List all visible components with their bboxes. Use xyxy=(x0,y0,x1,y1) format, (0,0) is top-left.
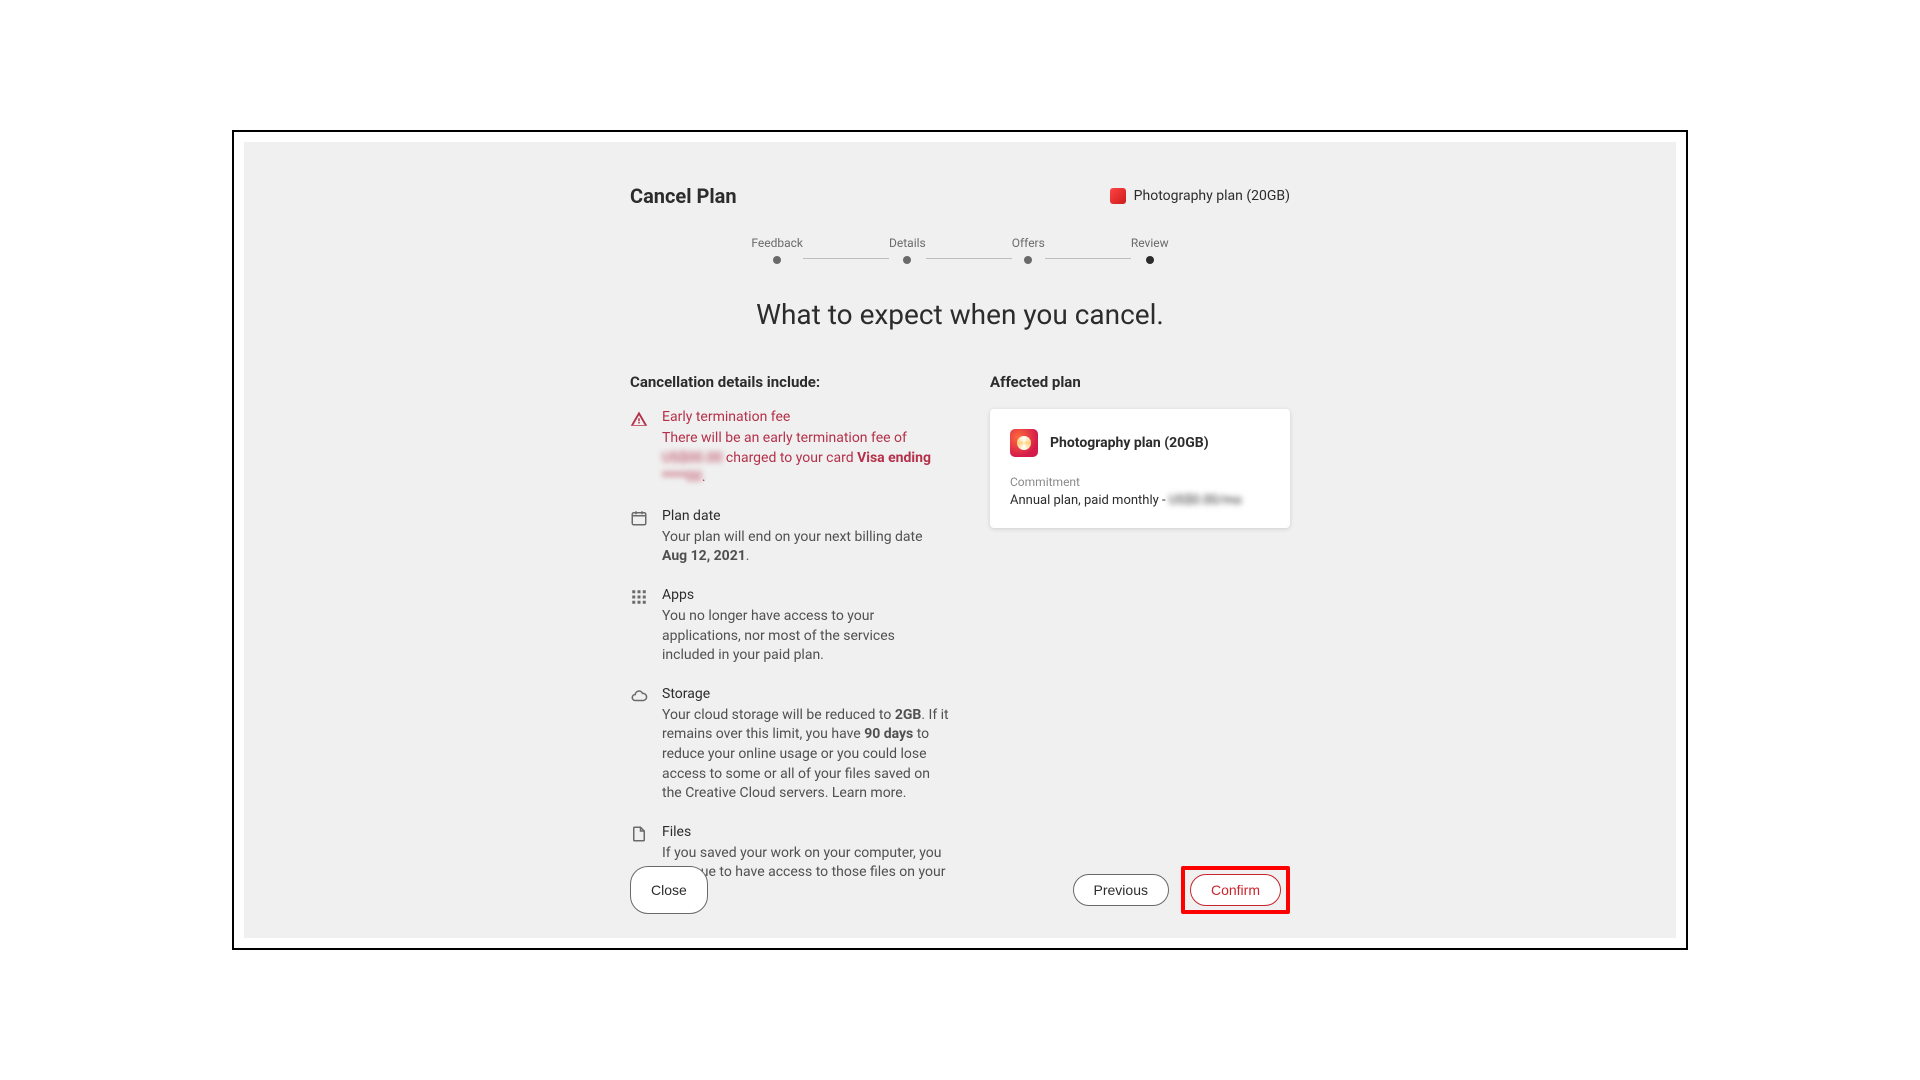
detail-body: Early termination fee There will be an e… xyxy=(662,409,950,488)
plan-card: Photography plan (20GB) Commitment Annua… xyxy=(990,409,1290,528)
page-container: Cancel Plan Photography plan (20GB) Feed… xyxy=(244,142,1676,938)
detail-apps: Apps You no longer have access to your a… xyxy=(630,587,950,666)
step-line xyxy=(803,258,889,259)
headline: What to expect when you cancel. xyxy=(630,298,1290,331)
learn-more-link[interactable]: Learn more. xyxy=(832,785,907,801)
apps-icon xyxy=(630,588,648,606)
detail-early-termination: Early termination fee There will be an e… xyxy=(630,409,950,488)
columns: Cancellation details include: Early term… xyxy=(630,373,1290,923)
confirm-button[interactable]: Confirm xyxy=(1190,874,1281,906)
detail-body: Plan date Your plan will end on your nex… xyxy=(662,508,950,567)
step-label: Review xyxy=(1131,236,1169,250)
cloud-icon xyxy=(630,687,648,705)
calendar-icon xyxy=(630,509,648,527)
detail-title: Storage xyxy=(662,686,950,702)
warning-icon xyxy=(630,410,648,428)
content-area: Cancel Plan Photography plan (20GB) Feed… xyxy=(630,142,1290,923)
footer-right: Previous Confirm xyxy=(1073,866,1290,914)
file-icon xyxy=(630,825,648,843)
step-dot xyxy=(1024,256,1032,264)
step-feedback: Feedback xyxy=(751,236,803,264)
detail-plan-date: Plan date Your plan will end on your nex… xyxy=(630,508,950,567)
detail-text: There will be an early termination fee o… xyxy=(662,429,950,488)
step-review: Review xyxy=(1131,236,1169,264)
detail-body: Apps You no longer have access to your a… xyxy=(662,587,950,666)
step-line xyxy=(1045,258,1131,259)
detail-text: You no longer have access to your applic… xyxy=(662,607,950,666)
step-label: Details xyxy=(889,236,926,250)
detail-title: Early termination fee xyxy=(662,409,950,425)
detail-body: Storage Your cloud storage will be reduc… xyxy=(662,686,950,804)
step-details: Details xyxy=(889,236,926,264)
detail-title: Plan date xyxy=(662,508,950,524)
plan-card-header: Photography plan (20GB) xyxy=(1010,429,1270,457)
detail-text: Your plan will end on your next billing … xyxy=(662,528,950,567)
plan-tag-label: Photography plan (20GB) xyxy=(1134,188,1290,204)
plan-tag: Photography plan (20GB) xyxy=(1110,188,1290,204)
affected-plan-column: Affected plan Photography plan (20GB) Co… xyxy=(990,373,1290,528)
plan-card-title: Photography plan (20GB) xyxy=(1050,435,1209,451)
step-line xyxy=(926,258,1012,259)
close-button[interactable]: Close xyxy=(630,866,708,914)
creative-cloud-icon xyxy=(1010,429,1038,457)
detail-text: Your cloud storage will be reduced to 2G… xyxy=(662,706,950,804)
footer: Close Previous Confirm xyxy=(244,866,1676,914)
creative-cloud-icon xyxy=(1110,188,1126,204)
detail-title: Apps xyxy=(662,587,950,603)
commitment-label: Commitment xyxy=(1010,475,1270,489)
outer-frame: Cancel Plan Photography plan (20GB) Feed… xyxy=(232,130,1688,950)
affected-heading: Affected plan xyxy=(990,373,1290,391)
confirm-highlight: Confirm xyxy=(1181,866,1290,914)
detail-title: Files xyxy=(662,824,950,840)
details-heading: Cancellation details include: xyxy=(630,373,950,391)
step-dot-active xyxy=(1146,256,1154,264)
step-dot xyxy=(773,256,781,264)
step-offers: Offers xyxy=(1012,236,1045,264)
step-dot xyxy=(903,256,911,264)
commitment-value: Annual plan, paid monthly - US$0.00/mo xyxy=(1010,493,1270,508)
step-label: Offers xyxy=(1012,236,1045,250)
header-row: Cancel Plan Photography plan (20GB) xyxy=(630,184,1290,208)
stepper: Feedback Details Offers Review xyxy=(630,236,1290,264)
previous-button[interactable]: Previous xyxy=(1073,874,1169,906)
detail-storage: Storage Your cloud storage will be reduc… xyxy=(630,686,950,804)
page-title: Cancel Plan xyxy=(630,184,737,208)
step-label: Feedback xyxy=(751,236,803,250)
cancellation-details-column: Cancellation details include: Early term… xyxy=(630,373,950,923)
